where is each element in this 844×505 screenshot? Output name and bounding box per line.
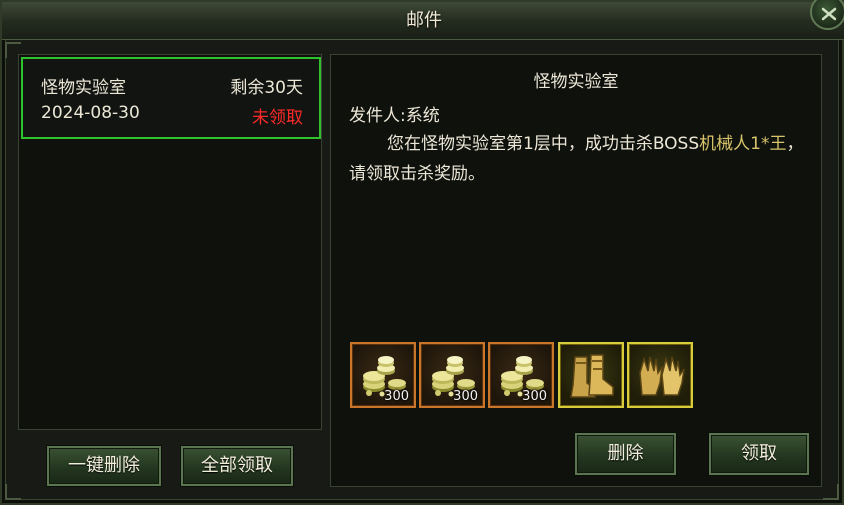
attachment-slot[interactable] (627, 342, 693, 408)
mail-window: 邮件 怪物实验室 剩余30天 2024-08-30 未领取 一键删除 全部领取 … (0, 0, 844, 505)
corner-ornament (823, 484, 839, 500)
mail-list-panel[interactable]: 怪物实验室 剩余30天 2024-08-30 未领取 (18, 54, 322, 430)
attachment-slot[interactable]: 300 (488, 342, 554, 408)
mail-item-date: 2024-08-30 (41, 103, 140, 123)
attachment-slot[interactable]: 300 (419, 342, 485, 408)
mail-body-text: 您在怪物实验室第1层中，成功击杀BOSS (387, 134, 700, 154)
golden-gloves-icon (639, 356, 685, 396)
mail-body: 您在怪物实验室第1层中，成功击杀BOSS机械人1*王，请领取击杀奖励。 (349, 129, 814, 189)
boss-name-highlight: 机械人1*王 (699, 134, 787, 154)
claim-all-button[interactable]: 全部领取 (181, 446, 293, 486)
mail-item-title: 怪物实验室 (41, 78, 126, 98)
close-icon (821, 7, 837, 21)
delete-all-button[interactable]: 一键删除 (47, 446, 161, 486)
corner-ornament (5, 484, 21, 500)
attachment-slot[interactable]: 300 (350, 342, 416, 408)
golden-boots-icon (570, 354, 614, 398)
window-title: 邮件 (406, 10, 442, 31)
claim-button[interactable]: 领取 (709, 433, 809, 475)
attachment-quantity: 300 (453, 389, 478, 404)
attachment-slot[interactable] (558, 342, 624, 408)
mail-detail-title: 怪物实验室 (533, 72, 619, 92)
attachment-quantity: 300 (522, 389, 547, 404)
mail-item-remaining-days: 剩余30天 (230, 78, 303, 98)
mail-list-item[interactable]: 怪物实验室 剩余30天 2024-08-30 未领取 (21, 57, 321, 139)
delete-button[interactable]: 删除 (575, 433, 676, 475)
attachment-quantity: 300 (384, 389, 409, 404)
mail-sender: 发件人:系统 (349, 106, 440, 126)
mail-item-status: 未领取 (252, 108, 303, 128)
